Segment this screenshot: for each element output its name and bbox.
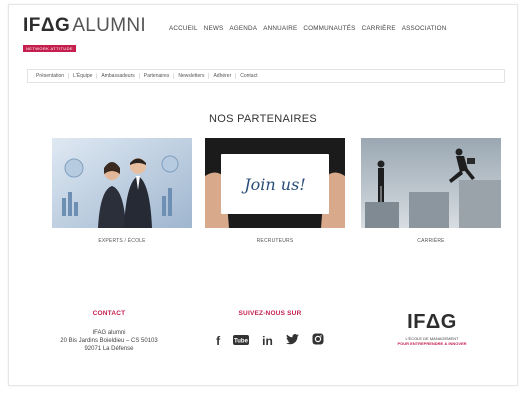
ifag-logo-text: IFΔG bbox=[407, 311, 457, 333]
subnav-presentation[interactable]: Présentation bbox=[32, 73, 70, 79]
logo-ifag-text: IFΔG bbox=[23, 15, 71, 36]
youtube-icon[interactable]: Tube bbox=[233, 334, 250, 348]
social-title: SUIVEZ-NOUS SUR bbox=[238, 310, 302, 317]
ifag-alumni-logo[interactable]: IFΔG ALUMNI NETWORK ATTITUDE bbox=[23, 15, 146, 55]
nav-communautes[interactable]: COMMUNAUTÉS bbox=[303, 25, 355, 32]
partner-card-recruteurs[interactable]: Join us! RECRUTEURS bbox=[205, 138, 345, 244]
nav-annuaire[interactable]: ANNUAIRE bbox=[263, 25, 297, 32]
page-title: NOS PARTENAIRES bbox=[208, 113, 317, 125]
footer-social: SUIVEZ-NOUS SUR f Tube in bbox=[205, 310, 335, 348]
experts-image bbox=[52, 138, 192, 228]
nav-carriere[interactable]: CARRIÈRE bbox=[362, 25, 396, 32]
partner-card-experts[interactable]: EXPERTS / ÉCOLE bbox=[52, 138, 192, 244]
main-nav: ACCUEIL NEWS AGENDA ANNUAIRE COMMUNAUTÉS… bbox=[169, 25, 447, 32]
footer-ifag-logo[interactable]: IFΔG L'ÉCOLE DE MANAGEMENT POUR ENTREPRE… bbox=[377, 311, 487, 346]
partner-card-carriere[interactable]: CARRIÈRE bbox=[361, 138, 501, 244]
nav-news[interactable]: NEWS bbox=[204, 25, 224, 32]
logo-tagline: NETWORK ATTITUDE bbox=[23, 45, 76, 52]
facebook-icon[interactable]: f bbox=[216, 334, 220, 348]
nav-association[interactable]: ASSOCIATION bbox=[402, 25, 447, 32]
footer-contact: CONTACT IFAG alumni 20 Bis Jardins Boiel… bbox=[49, 310, 169, 353]
join-us-sign-text: Join us! bbox=[241, 175, 306, 194]
subnav-newsletters[interactable]: Newsletters bbox=[174, 73, 210, 79]
page-frame: IFΔG ALUMNI NETWORK ATTITUDE ACCUEIL NEW… bbox=[8, 4, 518, 386]
instagram-icon[interactable] bbox=[312, 333, 324, 348]
subnav-equipe[interactable]: L'Équipe bbox=[69, 73, 98, 79]
card-caption-recruteurs: RECRUTEURS bbox=[256, 238, 294, 244]
logo-alumni-text: ALUMNI bbox=[72, 15, 146, 36]
card-caption-experts: EXPERTS / ÉCOLE bbox=[98, 238, 146, 244]
twitter-icon[interactable] bbox=[285, 333, 299, 348]
contact-address: IFAG alumni 20 Bis Jardins Boieldieu – C… bbox=[49, 329, 169, 353]
address-line: IFAG alumni bbox=[92, 330, 126, 336]
svg-text:Tube: Tube bbox=[234, 338, 249, 344]
nav-accueil[interactable]: ACCUEIL bbox=[169, 25, 198, 32]
card-caption-carriere: CARRIÈRE bbox=[417, 238, 445, 244]
address-line: 20 Bis Jardins Boieldieu – CS 50103 bbox=[60, 338, 158, 344]
recruteurs-image: Join us! bbox=[205, 138, 345, 228]
subnav-ambassadeurs[interactable]: Ambassadeurs bbox=[97, 73, 140, 79]
linkedin-icon[interactable]: in bbox=[262, 334, 273, 348]
address-line: 92071 La Défense bbox=[84, 346, 134, 352]
carriere-image bbox=[361, 138, 501, 228]
subnav-adherer[interactable]: Adhérer bbox=[209, 73, 237, 79]
ifag-tagline-2: POUR ENTREPRENDRE & INNOVER bbox=[397, 341, 467, 346]
nav-agenda[interactable]: AGENDA bbox=[229, 25, 257, 32]
subnav-contact[interactable]: Contact bbox=[236, 73, 261, 79]
social-icons: f Tube in bbox=[205, 333, 335, 348]
subnav-partenaires[interactable]: Partenaires bbox=[140, 73, 175, 79]
sub-nav: Présentation L'Équipe Ambassadeurs Parte… bbox=[27, 69, 505, 83]
contact-title: CONTACT bbox=[92, 310, 126, 317]
